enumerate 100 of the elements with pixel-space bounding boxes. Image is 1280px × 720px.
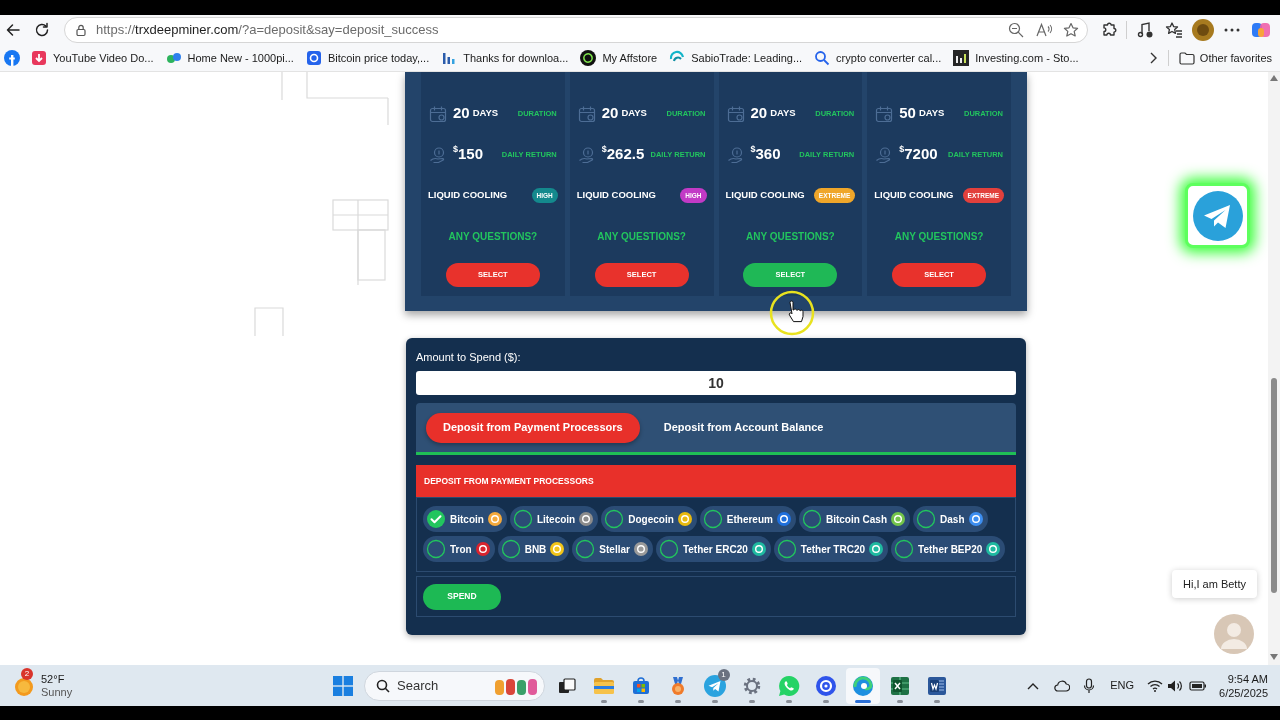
radio-button[interactable]	[512, 509, 533, 529]
bars-tile-icon	[953, 50, 970, 66]
radio-button[interactable]	[604, 509, 625, 529]
radio-button[interactable]	[916, 509, 937, 529]
search-input[interactable]: Search	[397, 675, 467, 696]
task-view-icon[interactable]	[556, 675, 577, 696]
refresh-icon[interactable]	[34, 22, 50, 38]
weather-condition: Sunny	[41, 685, 73, 699]
messenger-button[interactable]	[1185, 183, 1250, 248]
calendar-icon	[577, 104, 596, 123]
lock-icon[interactable]	[74, 23, 88, 37]
wifi-icon[interactable]	[1147, 679, 1164, 692]
star-icon[interactable]	[1063, 22, 1079, 38]
duration-unit: DAYS	[918, 106, 945, 121]
cooling-label: LIQUID COOLING	[725, 188, 805, 203]
payment-option[interactable]: Stellar	[572, 536, 653, 562]
cooling-label: LIQUID COOLING	[874, 188, 954, 203]
read-aloud-icon[interactable]	[1035, 22, 1053, 38]
paper-plane-icon[interactable]	[703, 674, 726, 697]
back-icon[interactable]	[5, 22, 21, 38]
start-menu-icon[interactable]	[333, 675, 353, 696]
payment-option[interactable]: Bitcoin	[423, 506, 507, 532]
search-bar[interactable]: Search	[364, 670, 545, 701]
target-icon[interactable]	[815, 675, 836, 696]
search-icon[interactable]	[376, 678, 390, 693]
two-circles-icon	[165, 50, 182, 66]
bookmark-link[interactable]: Bitcoin price today,...	[299, 46, 436, 70]
payment-option[interactable]: Dash	[913, 506, 988, 532]
scroll-up-icon[interactable]	[1270, 75, 1278, 81]
questions-link[interactable]: ANY QUESTIONS?	[448, 229, 538, 244]
chat-greeting[interactable]: Hi,I am Betty	[1172, 570, 1257, 598]
document-icon[interactable]	[926, 675, 947, 696]
deposit-tab[interactable]: Deposit from Payment Processors	[426, 412, 640, 443]
cooling-label: LIQUID COOLING	[428, 188, 508, 203]
payment-option[interactable]: Tether BEP20	[891, 536, 1006, 562]
bookmark-link[interactable]: Other favorites	[1174, 46, 1276, 70]
questions-link[interactable]: ANY QUESTIONS?	[894, 229, 984, 244]
speaker-icon[interactable]	[1167, 678, 1184, 693]
clock-time[interactable]: 9:54 AM	[1227, 671, 1268, 686]
payment-option[interactable]: Tron	[423, 536, 495, 562]
favorites-icon[interactable]	[1164, 21, 1183, 39]
bookmark-link[interactable]: Home New - 1000pi...	[159, 46, 300, 70]
bookmark-link[interactable]: Thanks for downloa...	[435, 46, 575, 70]
zoom-out-icon[interactable]	[1008, 22, 1024, 38]
scroll-down-icon[interactable]	[1270, 654, 1278, 660]
amount-label: Amount to Spend ($):	[416, 350, 522, 364]
radio-button[interactable]	[658, 539, 679, 559]
radio-button[interactable]	[776, 539, 797, 559]
scroll-thumb[interactable]	[1271, 378, 1277, 593]
microphone-icon[interactable]	[1083, 677, 1096, 694]
bookmark-link[interactable]: SabioTrade: Leading...	[663, 46, 809, 70]
cloud-icon[interactable]	[1054, 679, 1071, 692]
folder-icon	[1178, 51, 1195, 65]
daily-return-value: $262.5	[601, 143, 645, 165]
duration-unit: DAYS	[770, 106, 796, 121]
more-icon[interactable]	[1223, 28, 1240, 32]
folder-icon[interactable]	[592, 676, 615, 695]
payment-option[interactable]: BNB	[497, 536, 570, 562]
spreadsheet-icon[interactable]	[889, 675, 910, 696]
radio-button[interactable]	[702, 509, 723, 529]
radio-button[interactable]	[500, 539, 521, 559]
shopping-bag-icon[interactable]	[630, 675, 651, 696]
calendar-icon	[726, 104, 745, 123]
bookmark-link[interactable]: Investing.com - Sto...	[947, 46, 1085, 70]
radio-button[interactable]	[575, 539, 596, 559]
paper-plane-icon[interactable]	[1192, 190, 1243, 241]
clock-date[interactable]: 6/25/2025	[1219, 685, 1268, 700]
bookmark-link[interactable]: My Affstore	[574, 46, 664, 70]
payment-option[interactable]: Litecoin	[509, 506, 599, 532]
duration-unit: DAYS	[472, 106, 499, 121]
questions-link[interactable]: ANY QUESTIONS?	[746, 229, 835, 244]
radio-button[interactable]	[426, 509, 446, 529]
amount-input[interactable]: 10	[416, 371, 1016, 395]
chevron-up-icon[interactable]	[1027, 681, 1040, 690]
url-text[interactable]: https://trxdeepminer.com/?a=deposit&say=deposit_success	[96, 20, 439, 40]
payment-option[interactable]: Dogecoin	[601, 506, 697, 532]
payment-option[interactable]: Bitcoin Cash	[798, 506, 911, 532]
media-icon[interactable]	[1135, 21, 1154, 39]
payment-option[interactable]: Tether ERC20	[655, 536, 771, 562]
questions-link[interactable]: ANY QUESTIONS?	[597, 229, 686, 244]
weather-temperature: 52°F	[41, 672, 66, 686]
notification-badge: 2	[21, 667, 33, 680]
language-indicator[interactable]: ENG	[1110, 677, 1135, 694]
radio-button[interactable]	[894, 539, 915, 559]
deposit-tab[interactable]: Deposit from Account Balance	[663, 412, 824, 443]
profile-avatar-icon[interactable]	[1191, 19, 1214, 41]
circle-logo-icon[interactable]	[4, 50, 20, 66]
bookmark-link[interactable]: crypto converter cal...	[808, 46, 948, 70]
payment-option[interactable]: Tether TRC20	[773, 536, 889, 562]
address-bar[interactable]: https://trxdeepminer.com/?a=deposit&say=deposit_success	[64, 17, 1088, 43]
bookmark-link[interactable]: YouTube Video Do...	[25, 46, 160, 70]
taskbar-button[interactable]: 1	[697, 667, 732, 704]
battery-icon[interactable]	[1189, 679, 1208, 692]
swirl-icon[interactable]	[851, 674, 874, 697]
scrollbar[interactable]	[1268, 72, 1280, 665]
radio-button[interactable]	[426, 539, 446, 559]
radio-button[interactable]	[801, 509, 822, 529]
payment-option[interactable]: Ethereum	[699, 506, 796, 532]
gear-icon[interactable]	[741, 675, 762, 696]
copilot-icon[interactable]	[1250, 20, 1271, 40]
